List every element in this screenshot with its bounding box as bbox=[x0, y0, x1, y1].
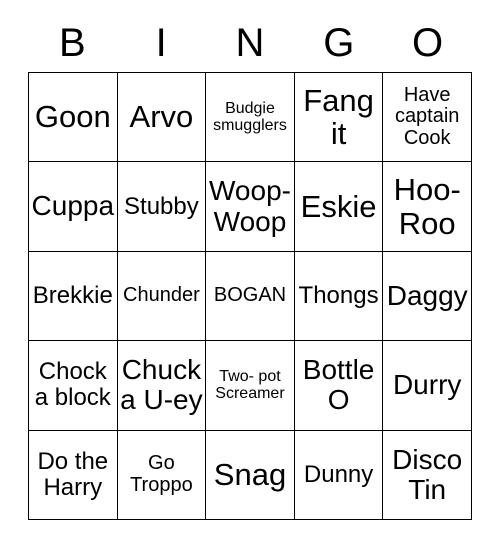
bingo-cell[interactable]: Cuppa bbox=[28, 161, 118, 252]
bingo-cell-label: Thongs bbox=[298, 282, 379, 310]
bingo-cell[interactable]: Two- pot Screamer bbox=[205, 340, 295, 431]
bingo-cell[interactable]: Dunny bbox=[293, 429, 384, 520]
bingo-cell[interactable]: Brekkie bbox=[28, 250, 118, 342]
bingo-row: Goon Arvo Budgie smugglers Fang it Have … bbox=[28, 71, 472, 163]
bingo-cell[interactable]: Woop-Woop bbox=[205, 161, 295, 252]
bingo-cell-label: Two- pot Screamer bbox=[215, 368, 285, 403]
bingo-cell-label: Durry bbox=[392, 369, 462, 401]
bingo-cell-label: Cuppa bbox=[31, 190, 115, 222]
bingo-cell[interactable]: Do the Harry bbox=[28, 429, 118, 520]
header-letter-n: N bbox=[235, 21, 265, 65]
bingo-cell[interactable]: Eskie bbox=[293, 161, 384, 252]
header-letter-i: I bbox=[155, 21, 167, 65]
bingo-cell[interactable]: Arvo bbox=[116, 71, 207, 163]
bingo-cell-label: Brekkie bbox=[32, 282, 113, 310]
bingo-cell[interactable]: Have captain Cook bbox=[382, 71, 472, 163]
bingo-cell[interactable]: Hoo-Roo bbox=[382, 161, 472, 252]
bingo-cell[interactable]: Daggy bbox=[382, 250, 472, 342]
bingo-grid: Goon Arvo Budgie smugglers Fang it Have … bbox=[28, 71, 472, 520]
bingo-card: B I N G O Goon Arvo Budgie smugglers Fan… bbox=[28, 14, 472, 520]
bingo-cell[interactable]: Stubby bbox=[116, 161, 207, 252]
bingo-cell-label: Eskie bbox=[300, 188, 377, 224]
bingo-cell-label: Dunny bbox=[303, 460, 374, 488]
bingo-cell[interactable]: Snag bbox=[205, 429, 295, 520]
bingo-row: Chock a block Chuck a U-ey Two- pot Scre… bbox=[28, 340, 472, 431]
bingo-row: Cuppa Stubby Woop-Woop Eskie Hoo-Roo bbox=[28, 161, 472, 252]
bingo-cell-label: Chuck a U-ey bbox=[120, 354, 203, 416]
bingo-cell[interactable]: Budgie smugglers bbox=[205, 71, 295, 163]
bingo-cell-label: Chock a block bbox=[34, 358, 111, 412]
bingo-cell-label: Woop-Woop bbox=[209, 175, 291, 237]
bingo-cell[interactable]: Chunder bbox=[116, 250, 207, 342]
bingo-cell[interactable]: Goon bbox=[28, 71, 118, 163]
bingo-cell-label: Do the Harry bbox=[37, 447, 109, 501]
bingo-header: B I N G O bbox=[28, 14, 472, 72]
bingo-cell[interactable]: Disco Tin bbox=[382, 429, 472, 520]
bingo-cell-label: BOGAN bbox=[213, 284, 287, 307]
header-letter-o: O bbox=[412, 21, 444, 65]
bingo-cell-label: Stubby bbox=[124, 192, 199, 220]
bingo-cell[interactable]: Go Troppo bbox=[116, 429, 207, 520]
bingo-cell[interactable]: Fang it bbox=[293, 71, 384, 163]
bingo-cell[interactable]: Chuck a U-ey bbox=[116, 340, 207, 431]
bingo-row: Brekkie Chunder BOGAN Thongs Daggy bbox=[28, 250, 472, 342]
bingo-cell-label: Disco Tin bbox=[392, 443, 463, 505]
bingo-cell[interactable]: BOGAN bbox=[205, 250, 295, 342]
header-letter-b: B bbox=[59, 21, 86, 65]
bingo-cell[interactable]: Durry bbox=[382, 340, 472, 431]
bingo-row: Do the Harry Go Troppo Snag Dunny Disco … bbox=[28, 429, 472, 520]
bingo-cell-label: Go Troppo bbox=[130, 452, 193, 496]
bingo-cell-label: Arvo bbox=[129, 99, 194, 135]
bingo-cell[interactable]: Chock a block bbox=[28, 340, 118, 431]
bingo-cell-label: Budgie smugglers bbox=[213, 99, 287, 135]
bingo-cell-label: Daggy bbox=[386, 279, 468, 311]
bingo-cell-label: Bottle O bbox=[302, 354, 375, 416]
bingo-cell-label: Goon bbox=[34, 99, 111, 135]
bingo-cell-label: Have captain Cook bbox=[394, 83, 460, 149]
bingo-cell-label: Snag bbox=[213, 457, 287, 493]
header-letter-g: G bbox=[323, 21, 355, 65]
bingo-cell-label: Fang it bbox=[303, 82, 374, 152]
bingo-cell[interactable]: Bottle O bbox=[293, 340, 384, 431]
bingo-cell[interactable]: Thongs bbox=[293, 250, 384, 342]
bingo-cell-label: Hoo-Roo bbox=[393, 172, 461, 241]
bingo-cell-label: Chunder bbox=[123, 284, 200, 307]
